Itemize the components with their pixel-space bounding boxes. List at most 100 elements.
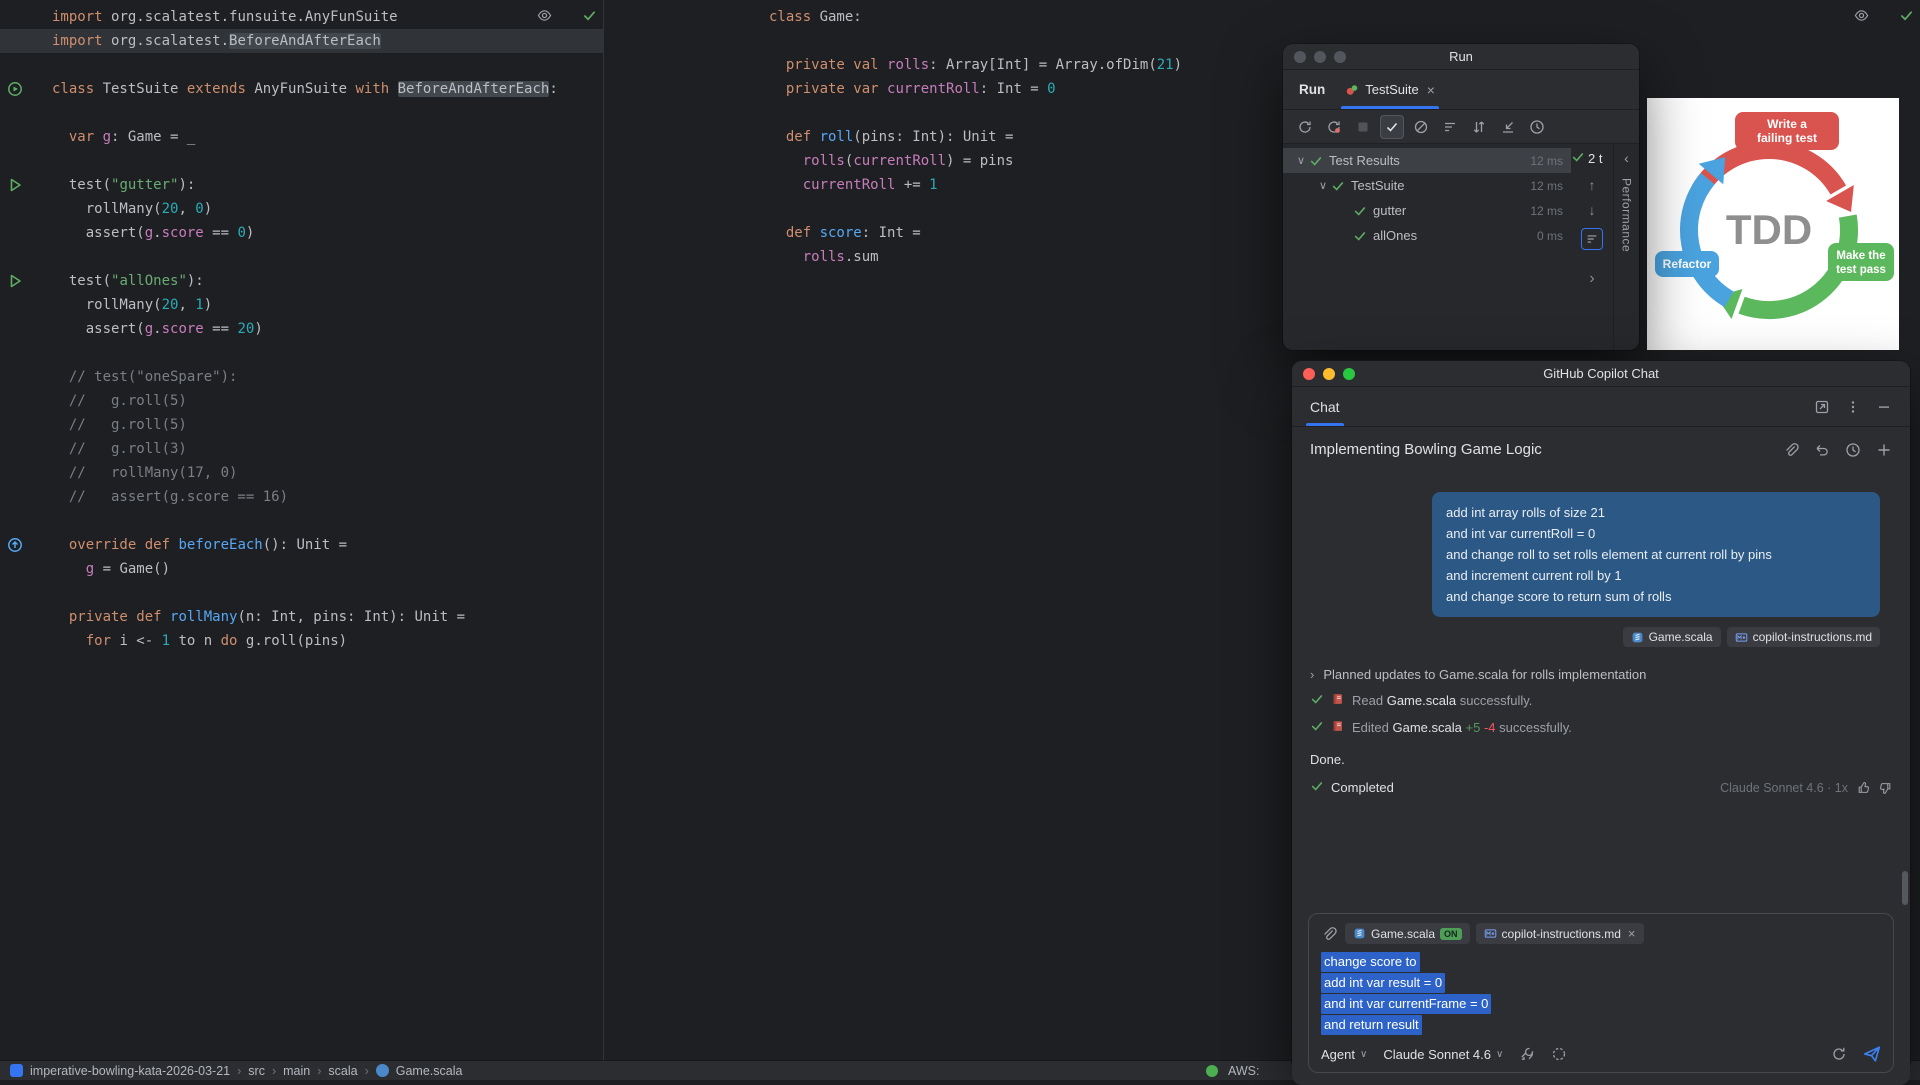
run-test-gutter-icon[interactable] <box>7 273 23 289</box>
attachment-chip[interactable]: Game.scala <box>1623 627 1721 647</box>
breadcrumb-item[interactable]: main <box>283 1064 310 1078</box>
code-text: assert(g.score == 20) <box>0 317 263 341</box>
previous-failed-test-icon[interactable]: ↑ <box>1589 178 1596 192</box>
minimize-window-button[interactable] <box>1323 368 1335 380</box>
plan-collapsible-row[interactable]: › Planned updates to Game.scala for roll… <box>1310 667 1892 682</box>
stop-process-icon[interactable] <box>1351 115 1375 139</box>
chevron-down-icon: ∨ <box>1496 1049 1503 1060</box>
test-passed-icon <box>1309 154 1329 168</box>
inspections-ok-icon[interactable] <box>1899 8 1914 23</box>
breadcrumb: imperative-bowling-kata-2026-03-21›src›m… <box>30 1064 462 1078</box>
show-ignored-icon[interactable] <box>1409 115 1433 139</box>
breadcrumb-item[interactable]: Game.scala <box>396 1064 463 1078</box>
thumbs-down-icon[interactable] <box>1878 781 1892 795</box>
close-tab-icon[interactable]: × <box>1427 82 1435 98</box>
minimize-window-button[interactable] <box>1314 51 1326 63</box>
chevron-down-icon[interactable]: ∨ <box>1315 179 1331 192</box>
rerun-failed-tests-icon[interactable] <box>1322 115 1346 139</box>
model-selector[interactable]: Claude Sonnet 4.6∨ <box>1383 1047 1503 1062</box>
context-usage-icon[interactable] <box>1551 1046 1567 1062</box>
run-window-titlebar[interactable]: Run <box>1283 44 1639 70</box>
sort-alphabetically-icon[interactable] <box>1438 115 1462 139</box>
breadcrumb-item[interactable]: scala <box>328 1064 357 1078</box>
close-window-button[interactable] <box>1303 368 1315 380</box>
code-text: rollMany(20, 0) <box>0 197 212 221</box>
zoom-window-button[interactable] <box>1334 51 1346 63</box>
test-passed-icon <box>1353 229 1373 243</box>
chat-input-text[interactable]: change score toadd int var result = 0and… <box>1321 952 1881 1035</box>
run-test-gutter-icon[interactable] <box>7 177 23 193</box>
regenerate-icon[interactable] <box>1831 1046 1847 1062</box>
code-line: assert(g.score == 20) <box>0 317 603 341</box>
code-line: class TestSuite extends AnyFunSuite with… <box>0 77 603 101</box>
chat-window-titlebar[interactable]: GitHub Copilot Chat <box>1292 361 1910 387</box>
open-in-editor-icon[interactable] <box>1814 399 1830 415</box>
hide-panel-icon[interactable] <box>1876 399 1892 415</box>
chat-history-icon[interactable] <box>1845 442 1861 458</box>
code-line: override def beforeEach(): Unit = <box>0 533 603 557</box>
scrollbar-thumb[interactable] <box>1902 871 1908 905</box>
code-line: assert(g.score == 0) <box>0 221 603 245</box>
test-tree-row[interactable]: gutter12 ms <box>1283 198 1571 223</box>
inspections-ok-icon[interactable] <box>582 8 597 23</box>
chat-input-box[interactable]: Game.scalaON copilot-instructions.md× cha… <box>1308 913 1894 1073</box>
code-line: // g.roll(3) <box>0 437 603 461</box>
new-chat-icon[interactable] <box>1876 442 1892 458</box>
aws-status[interactable]: AWS: <box>1206 1064 1259 1078</box>
run-tool-label[interactable]: Run <box>1299 82 1325 97</box>
expand-panel-chevron-icon[interactable]: › <box>1589 271 1594 287</box>
test-tree-row[interactable]: ∨TestSuite12 ms <box>1283 173 1571 198</box>
step-check-icon <box>1310 692 1324 709</box>
rerun-tests-icon[interactable] <box>1293 115 1317 139</box>
thread-header: Implementing Bowling Game Logic <box>1310 441 1892 458</box>
send-button[interactable] <box>1863 1045 1881 1063</box>
test-tree-row[interactable]: allOnes0 ms <box>1283 223 1571 248</box>
close-window-button[interactable] <box>1294 51 1306 63</box>
run-class-gutter-icon[interactable] <box>7 81 23 97</box>
tab-chat[interactable]: Chat <box>1310 387 1340 426</box>
override-gutter-icon[interactable] <box>7 537 23 553</box>
code-text: // test("oneSpare"): <box>0 365 237 389</box>
show-passed-icon[interactable] <box>1380 115 1404 139</box>
attach-file-icon[interactable] <box>1321 926 1337 942</box>
code-text: // g.roll(5) <box>0 413 187 437</box>
chat-tab-strip: Chat <box>1292 387 1910 427</box>
attachment-chip[interactable]: Game.scalaON <box>1345 923 1470 944</box>
chat-tab-actions <box>1814 399 1892 415</box>
zoom-window-button[interactable] <box>1343 368 1355 380</box>
code-line: import org.scalatest.BeforeAndAfterEach <box>0 29 603 53</box>
import-test-results-icon[interactable] <box>1496 115 1520 139</box>
breadcrumb-item[interactable]: imperative-bowling-kata-2026-03-21 <box>30 1064 230 1078</box>
filter-tests-icon[interactable] <box>1581 228 1603 250</box>
test-tree-row[interactable]: ∨Test Results12 ms <box>1283 148 1571 173</box>
undo-edits-icon[interactable] <box>1814 442 1830 458</box>
sort-by-duration-icon[interactable] <box>1467 115 1491 139</box>
code-text: import org.scalatest.BeforeAndAfterEach <box>0 29 381 53</box>
next-failed-test-icon[interactable]: ↓ <box>1589 203 1596 217</box>
tab-performance[interactable]: Performance <box>1620 178 1634 252</box>
tab-testsuite[interactable]: TestSuite × <box>1345 70 1435 109</box>
editor-testsuite[interactable]: import org.scalatest.funsuite.AnyFunSuit… <box>0 0 604 1060</box>
tools-icon[interactable] <box>1519 1046 1535 1062</box>
remove-attachment-icon[interactable]: × <box>1628 926 1636 941</box>
mode-selector[interactable]: Agent∨ <box>1321 1047 1367 1062</box>
attachment-name: Game.scala <box>1371 927 1435 941</box>
more-options-icon[interactable] <box>1845 399 1861 415</box>
breadcrumb-item[interactable]: src <box>248 1064 265 1078</box>
thumbs-up-icon[interactable] <box>1857 781 1871 795</box>
file-book-icon <box>1331 719 1345 736</box>
code-text: test("allOnes"): <box>0 269 204 293</box>
window-controls <box>1303 368 1355 380</box>
chevron-down-icon[interactable]: ∨ <box>1293 154 1309 167</box>
attachment-chip[interactable]: copilot-instructions.md <box>1727 627 1880 647</box>
step-check-icon <box>1310 719 1324 736</box>
attachment-chip[interactable]: copilot-instructions.md× <box>1476 923 1644 944</box>
reader-mode-eye-icon[interactable] <box>537 8 552 23</box>
collapse-chevron-icon[interactable]: ‹ <box>1624 150 1629 166</box>
code-line: test("allOnes"): <box>0 269 603 293</box>
reader-mode-eye-icon[interactable] <box>1854 8 1869 23</box>
run-body: ∨Test Results12 ms∨TestSuite12 msgutter1… <box>1283 144 1639 350</box>
code-line: rollMany(20, 1) <box>0 293 603 317</box>
attach-context-icon[interactable] <box>1783 442 1799 458</box>
test-history-icon[interactable] <box>1525 115 1549 139</box>
